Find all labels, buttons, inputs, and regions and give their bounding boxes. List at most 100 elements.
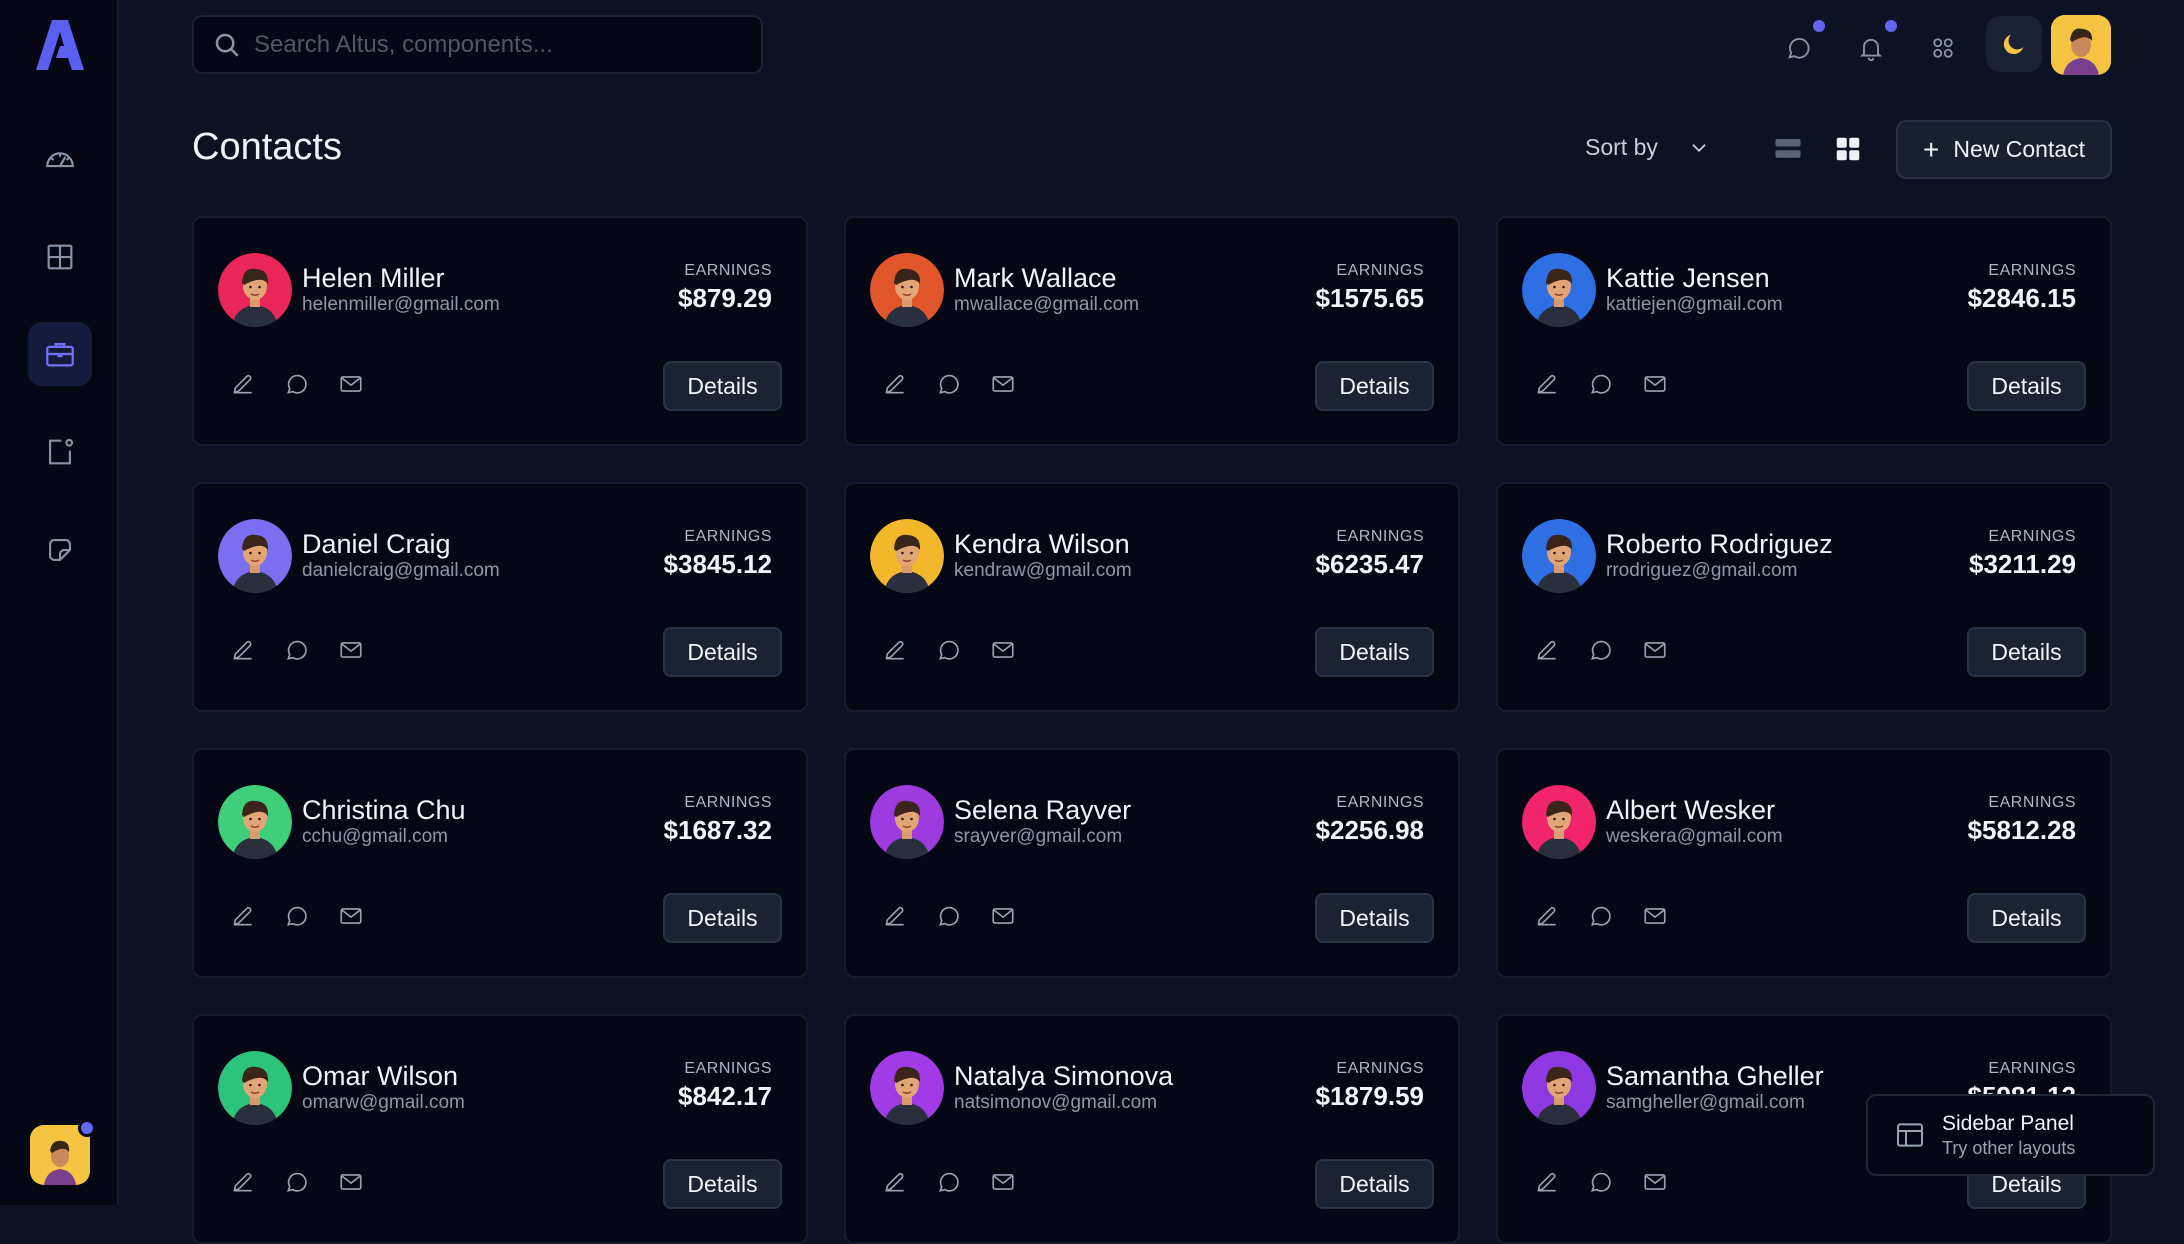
details-button[interactable]: Details — [1967, 893, 2086, 943]
details-button[interactable]: Details — [1967, 627, 2086, 677]
edit-pencil-icon[interactable] — [882, 371, 908, 397]
mail-icon[interactable] — [990, 637, 1016, 663]
contact-email: natsimonov@gmail.com — [954, 1092, 1158, 1113]
details-button[interactable]: Details — [1315, 361, 1434, 411]
details-button[interactable]: Details — [663, 361, 782, 411]
chat-bubble-icon[interactable] — [1588, 903, 1614, 929]
chat-bubble-icon[interactable] — [1588, 1169, 1614, 1195]
altus-logo-icon[interactable] — [34, 18, 86, 72]
mail-icon[interactable] — [338, 637, 364, 663]
earnings-value: $879.29 — [678, 283, 772, 313]
person-avatar-icon — [870, 785, 944, 859]
edit-pencil-icon[interactable] — [1534, 903, 1560, 929]
mail-icon[interactable] — [338, 371, 364, 397]
mail-icon[interactable] — [1642, 903, 1668, 929]
contact-card: Kendra Wilson kendraw@gmail.com EARNINGS… — [844, 482, 1460, 712]
chat-bubble-icon[interactable] — [284, 371, 310, 397]
notifications-button[interactable] — [1849, 20, 1897, 70]
page-title: Contacts — [192, 126, 342, 168]
chat-bubble-icon[interactable] — [936, 637, 962, 663]
theme-toggle-button[interactable] — [1986, 16, 2042, 72]
mail-icon[interactable] — [1642, 371, 1668, 397]
contact-card: Daniel Craig danielcraig@gmail.com EARNI… — [192, 482, 808, 712]
search-input[interactable] — [254, 30, 734, 59]
user-avatar[interactable] — [2051, 15, 2111, 75]
speedometer-icon — [46, 152, 74, 168]
earnings-label: EARNINGS — [684, 794, 772, 811]
details-button[interactable]: Details — [1315, 627, 1434, 677]
mail-icon[interactable] — [990, 371, 1016, 397]
details-button[interactable]: Details — [663, 893, 782, 943]
new-contact-button[interactable]: + New Contact — [1896, 120, 2112, 179]
mail-icon[interactable] — [990, 1169, 1016, 1195]
details-button[interactable]: Details — [1315, 893, 1434, 943]
edit-pencil-icon[interactable] — [230, 371, 256, 397]
mail-icon[interactable] — [338, 903, 364, 929]
contact-avatar — [1522, 253, 1596, 327]
edit-pencil-icon[interactable] — [1534, 637, 1560, 663]
earnings-label: EARNINGS — [1988, 528, 2076, 545]
contact-name: Helen Miller — [302, 263, 445, 293]
contact-actions — [1534, 637, 1668, 663]
edit-pencil-icon[interactable] — [230, 637, 256, 663]
mail-icon[interactable] — [1642, 1169, 1668, 1195]
nav-item-business[interactable] — [28, 322, 92, 386]
list-view-icon[interactable] — [1773, 134, 1803, 164]
chat-bubble-icon[interactable] — [284, 1169, 310, 1195]
contact-name: Albert Wesker — [1606, 795, 1776, 825]
sort-by-dropdown[interactable]: Sort by — [1585, 134, 1710, 161]
details-button[interactable]: Details — [1315, 1159, 1434, 1209]
chat-bubble-icon[interactable] — [1588, 637, 1614, 663]
contact-email: mwallace@gmail.com — [954, 294, 1140, 315]
mail-icon[interactable] — [338, 1169, 364, 1195]
chat-bubble-icon[interactable] — [284, 637, 310, 663]
earnings-value: $2846.15 — [1967, 283, 2076, 313]
nav-item-stickers[interactable] — [28, 518, 92, 582]
earnings-value: $3211.29 — [1968, 549, 2076, 579]
messages-button[interactable] — [1777, 20, 1825, 70]
edit-pencil-icon[interactable] — [230, 903, 256, 929]
contact-actions — [230, 637, 364, 663]
chat-bubble-icon[interactable] — [284, 903, 310, 929]
edit-pencil-icon[interactable] — [230, 1169, 256, 1195]
mail-icon[interactable] — [1642, 637, 1668, 663]
contact-actions — [882, 903, 1016, 929]
sticker-icon — [49, 539, 71, 561]
mail-icon[interactable] — [990, 903, 1016, 929]
sidebar-user-avatar[interactable] — [30, 1119, 96, 1185]
contact-email: omarw@gmail.com — [302, 1092, 465, 1113]
apps-grid-icon — [1933, 38, 1953, 58]
notification-square-icon — [49, 438, 74, 465]
details-button[interactable]: Details — [663, 1159, 782, 1209]
contact-avatar — [218, 1051, 292, 1125]
apps-button[interactable] — [1921, 26, 1965, 70]
grid-view-icon[interactable] — [1833, 134, 1863, 164]
edit-pencil-icon[interactable] — [882, 637, 908, 663]
edit-pencil-icon[interactable] — [882, 903, 908, 929]
nav-item-dashboard[interactable] — [28, 127, 92, 191]
contact-avatar — [870, 519, 944, 593]
nav-item-layouts[interactable] — [28, 225, 92, 289]
sidebar-panel-toast[interactable]: Sidebar Panel Try other layouts — [1866, 1094, 2155, 1176]
earnings-label: EARNINGS — [1336, 528, 1424, 545]
nav-item-notifications[interactable] — [28, 420, 92, 484]
chat-bubble-icon[interactable] — [936, 903, 962, 929]
chat-bubble-icon[interactable] — [936, 1169, 962, 1195]
chat-bubble-icon[interactable] — [936, 371, 962, 397]
contact-email: rrodriguez@gmail.com — [1606, 560, 1798, 581]
contact-actions — [1534, 1169, 1668, 1195]
details-button[interactable]: Details — [663, 627, 782, 677]
search-bar[interactable] — [192, 15, 763, 74]
earnings-label: EARNINGS — [1336, 262, 1424, 279]
plus-icon: + — [1922, 133, 1940, 165]
edit-pencil-icon[interactable] — [882, 1169, 908, 1195]
details-button[interactable]: Details — [1967, 361, 2086, 411]
contact-avatar — [870, 1051, 944, 1125]
edit-pencil-icon[interactable] — [1534, 371, 1560, 397]
edit-pencil-icon[interactable] — [1534, 1169, 1560, 1195]
contact-actions — [882, 1169, 1016, 1195]
person-avatar-icon — [218, 1051, 292, 1125]
contact-card: Albert Wesker weskera@gmail.com EARNINGS… — [1496, 748, 2112, 978]
contact-actions — [1534, 903, 1668, 929]
chat-bubble-icon[interactable] — [1588, 371, 1614, 397]
